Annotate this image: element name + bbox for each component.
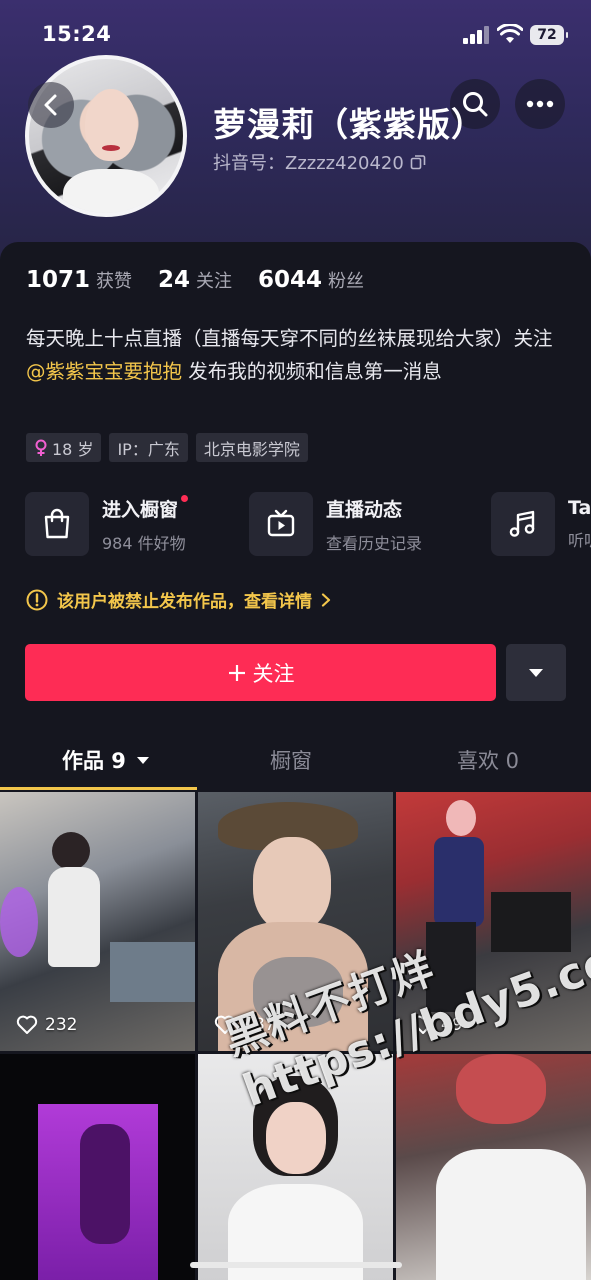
caret-down-icon [136, 756, 149, 764]
heart-icon [16, 1015, 38, 1034]
back-button[interactable] [28, 82, 74, 128]
live-history-shortcut[interactable]: 直播动态 查看历史记录 [249, 492, 422, 556]
bio-text-end: 发布我的视频和信息第一消息 [182, 360, 442, 383]
profile-name: 萝漫莉（紫紫版） [213, 105, 485, 144]
more-options-button[interactable] [515, 79, 565, 129]
school-tag[interactable]: 北京电影学院 [195, 433, 308, 462]
home-indicator[interactable] [190, 1262, 402, 1268]
follow-button-label: 关注 [252, 661, 295, 686]
profile-stats: 1071 获赞 24 关注 6044 粉丝 [26, 267, 390, 293]
likes-label: 获赞 [96, 271, 133, 292]
ip-location-label: IP：广东 [117, 439, 180, 459]
thumbnail-fan [0, 887, 38, 957]
cellular-signal-icon [463, 26, 489, 44]
tab-likes[interactable]: 喜欢 0 [457, 745, 519, 775]
thumbnail-figure [48, 867, 100, 967]
following-label: 关注 [196, 271, 233, 292]
tv-icon [249, 492, 313, 556]
more-horizontal-icon [526, 100, 554, 108]
likes-count[interactable]: 1071 [26, 267, 90, 293]
school-tag-label: 北京电影学院 [203, 439, 300, 459]
video-likes-count: 232 [45, 1015, 78, 1035]
thumbnail-figure [52, 832, 90, 870]
live-history-title: 直播动态 [326, 498, 403, 521]
new-indicator-dot [181, 494, 189, 502]
age-tag: 18 岁 [26, 433, 102, 462]
age-tag-label: 18 岁 [52, 439, 94, 459]
live-history-subtitle: 查看历史记录 [326, 533, 423, 553]
ban-notice-text: 该用户被禁止发布作品，查看详情 [57, 592, 312, 612]
battery-indicator: 72 [530, 25, 568, 45]
profile-tags: 18 岁 IP：广东 北京电影学院 [26, 433, 308, 462]
active-tab-indicator [0, 787, 197, 790]
follow-options-button[interactable] [506, 644, 566, 701]
female-icon [35, 439, 47, 456]
chevron-left-icon [44, 94, 57, 116]
video-thumbnail[interactable] [0, 1054, 195, 1280]
profile-bio: 每天晚上十点直播（直播每天穿不同的丝袜展现给大家）关注 @紫紫宝宝要抱抱 发布我的… [26, 322, 571, 388]
following-count[interactable]: 24 [158, 267, 190, 293]
follow-button[interactable]: 关注 [25, 644, 496, 701]
battery-level: 72 [537, 27, 557, 43]
shop-window-subtitle: 984 件好物 [102, 533, 186, 553]
shop-window-title: 进入橱窗 [102, 498, 179, 521]
avatar-body [63, 169, 159, 213]
video-likes: 232 [16, 1015, 77, 1035]
bio-text-start: 每天晚上十点直播（直播每天穿不同的丝袜展现给大家）关注 [26, 327, 553, 350]
followers-label: 粉丝 [328, 271, 365, 292]
video-thumbnail[interactable] [396, 1054, 591, 1280]
content-tabs: 作品 9 橱窗 喜欢 0 [0, 730, 591, 790]
avatar-lips [102, 145, 120, 151]
tab-works-label: 作品 9 [62, 749, 126, 773]
thumbnail-hair [456, 1054, 546, 1124]
music-shortcut-title: Ta [568, 497, 591, 519]
douyin-id-text: 抖音号：Zzzzz420420 [213, 153, 404, 174]
plus-icon [228, 664, 245, 681]
thumbnail-face [266, 1102, 326, 1174]
douyin-id[interactable]: 抖音号：Zzzzz420420 [213, 149, 426, 175]
wifi-icon [497, 24, 523, 43]
caret-down-icon [529, 668, 543, 677]
music-shortcut-subtitle: 听听 [568, 531, 591, 550]
followers-count[interactable]: 6044 [258, 267, 322, 293]
music-shortcut[interactable]: Ta 听听 [491, 492, 591, 556]
bio-mention-link[interactable]: @紫紫宝宝要抱抱 [26, 360, 182, 383]
warning-icon [26, 589, 48, 610]
status-time: 15:24 [42, 22, 112, 46]
ip-location-tag: IP：广东 [109, 433, 188, 462]
thumbnail-table [110, 942, 195, 1002]
tab-shop-window[interactable]: 橱窗 [270, 745, 312, 775]
chevron-right-icon [321, 592, 331, 607]
tab-works[interactable]: 作品 9 [62, 745, 150, 775]
thumbnail-figure [446, 800, 476, 836]
copy-icon[interactable] [410, 154, 426, 170]
thumbnail-shirt [436, 1149, 586, 1280]
video-thumbnail[interactable]: 232 [0, 792, 195, 1051]
thumbnail-face [253, 837, 331, 932]
shop-window-shortcut[interactable]: 进入橱窗 984 件好物 [25, 492, 189, 556]
ban-notice[interactable]: 该用户被禁止发布作品，查看详情 [26, 587, 331, 612]
shopping-bag-icon [25, 492, 89, 556]
music-note-icon [491, 492, 555, 556]
avatar[interactable] [25, 55, 187, 217]
thumbnail-figure [80, 1124, 130, 1244]
